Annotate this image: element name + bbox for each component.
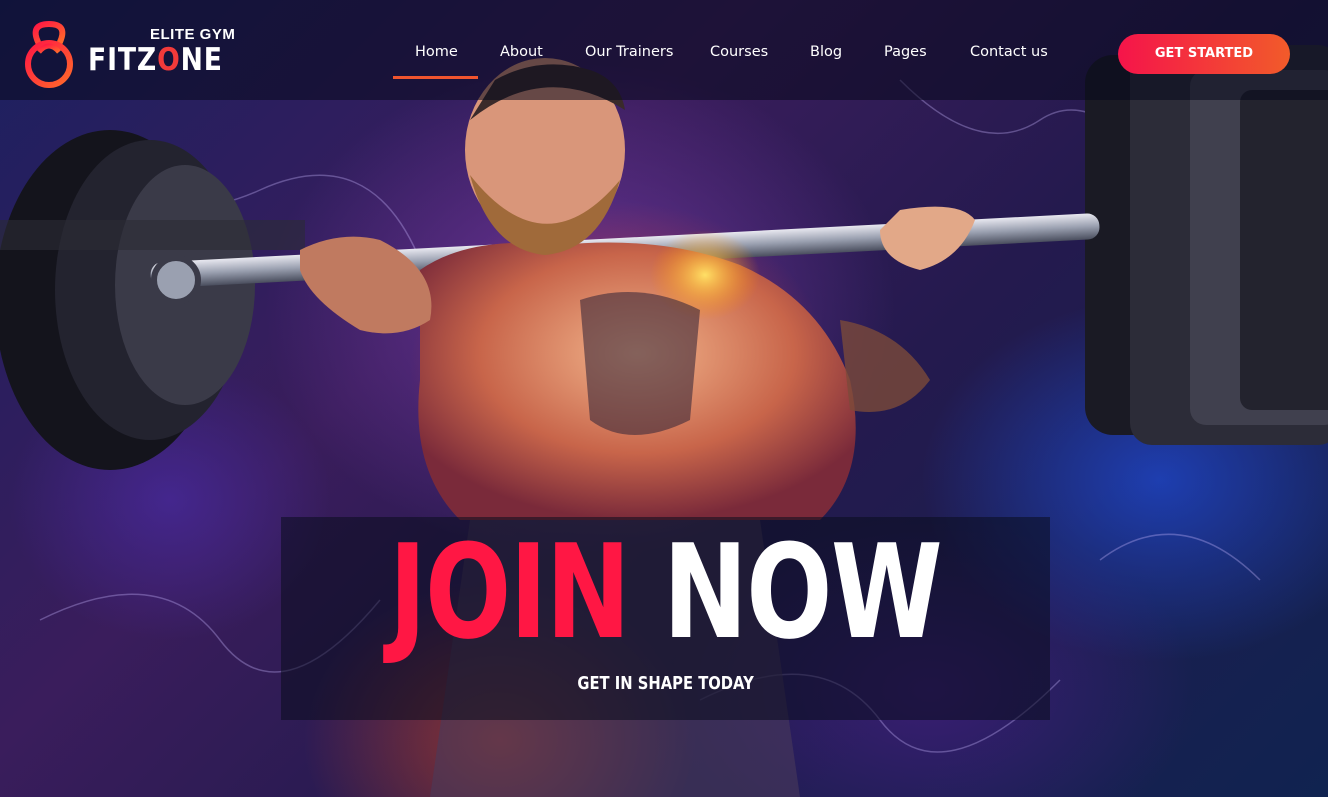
brand-name: FITZONE [88,42,223,78]
headline-word-join: JOIN [389,516,631,668]
nav-item-home[interactable]: Home [415,44,458,60]
kettlebell-logo-icon [25,20,73,88]
nav-item-contact-us[interactable]: Contact us [970,44,1048,60]
top-navigation-bar: ELITE GYM FITZONE Home About Our Trainer… [0,0,1328,100]
nav-item-about[interactable]: About [500,44,543,60]
hero-headline: JOIN NOW [281,517,1050,667]
hero-subheadline: GET IN SHAPE TODAY [577,673,754,694]
brand-tagline: ELITE GYM [150,26,236,43]
headline-word-now: NOW [663,516,943,668]
get-started-button[interactable]: GET STARTED [1118,34,1290,74]
active-nav-indicator [393,76,478,79]
nav-item-blog[interactable]: Blog [810,44,842,60]
nav-item-pages[interactable]: Pages [884,44,927,60]
nav-item-courses[interactable]: Courses [710,44,768,60]
join-now-banner: JOIN NOW GET IN SHAPE TODAY [281,517,1050,720]
nav-item-our-trainers[interactable]: Our Trainers [585,44,673,60]
left-weight-plates [0,130,305,470]
hero-section: ELITE GYM FITZONE Home About Our Trainer… [0,0,1328,797]
right-weight-plates [1085,45,1328,445]
brand-logo[interactable]: ELITE GYM FITZONE [22,20,242,90]
